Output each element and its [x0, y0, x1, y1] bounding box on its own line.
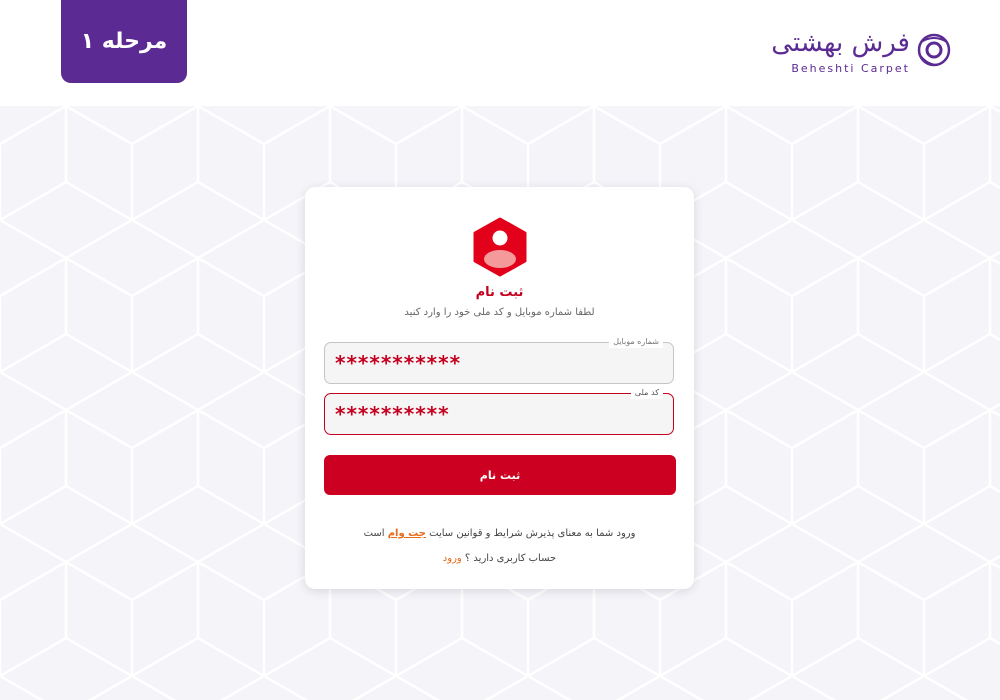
register-card: ثبت نام لطفا شماره موبایل و کد ملی خود ر… — [305, 187, 694, 589]
terms-brand-link[interactable]: جت وام — [388, 528, 426, 539]
logo-name-fa: فرش بهشتی — [771, 28, 910, 58]
login-prompt: حساب کاربری دارید ؟ ورود — [305, 553, 694, 564]
beheshti-carpet-logo[interactable]: فرش بهشتی Beheshti Carpet — [771, 28, 952, 78]
national-code-field[interactable]: کد ملی ********** — [324, 387, 674, 435]
terms-after: است — [363, 528, 388, 539]
mobile-number-label: شماره موبایل — [609, 336, 663, 348]
logo-name-en: Beheshti Carpet — [791, 62, 910, 75]
header: مرحله ۱ فرش بهشتی Beheshti Carpet — [0, 0, 1000, 106]
step-badge: مرحله ۱ — [61, 0, 187, 83]
beheshti-carpet-logo-icon — [917, 33, 951, 67]
terms-before: ورود شما به معنای پذیرش شرایط و قوانین س… — [425, 528, 636, 539]
card-title: ثبت نام — [475, 285, 524, 300]
national-code-label: کد ملی — [630, 387, 663, 399]
register-button[interactable]: ثبت نام — [324, 455, 676, 495]
terms-text: ورود شما به معنای پذیرش شرایط و قوانین س… — [305, 528, 694, 539]
mobile-number-value[interactable]: *********** — [335, 352, 461, 374]
card-subtitle: لطفا شماره موبایل و کد ملی خود را وارد ک… — [404, 307, 595, 318]
step-label: مرحله ۱ — [80, 29, 168, 54]
user-hexagon-icon — [473, 217, 527, 277]
login-link[interactable]: ورود — [443, 553, 462, 564]
login-question: حساب کاربری دارید ؟ — [461, 553, 557, 564]
mobile-number-field[interactable]: شماره موبایل *********** — [324, 336, 674, 384]
national-code-value[interactable]: ********** — [335, 403, 450, 425]
